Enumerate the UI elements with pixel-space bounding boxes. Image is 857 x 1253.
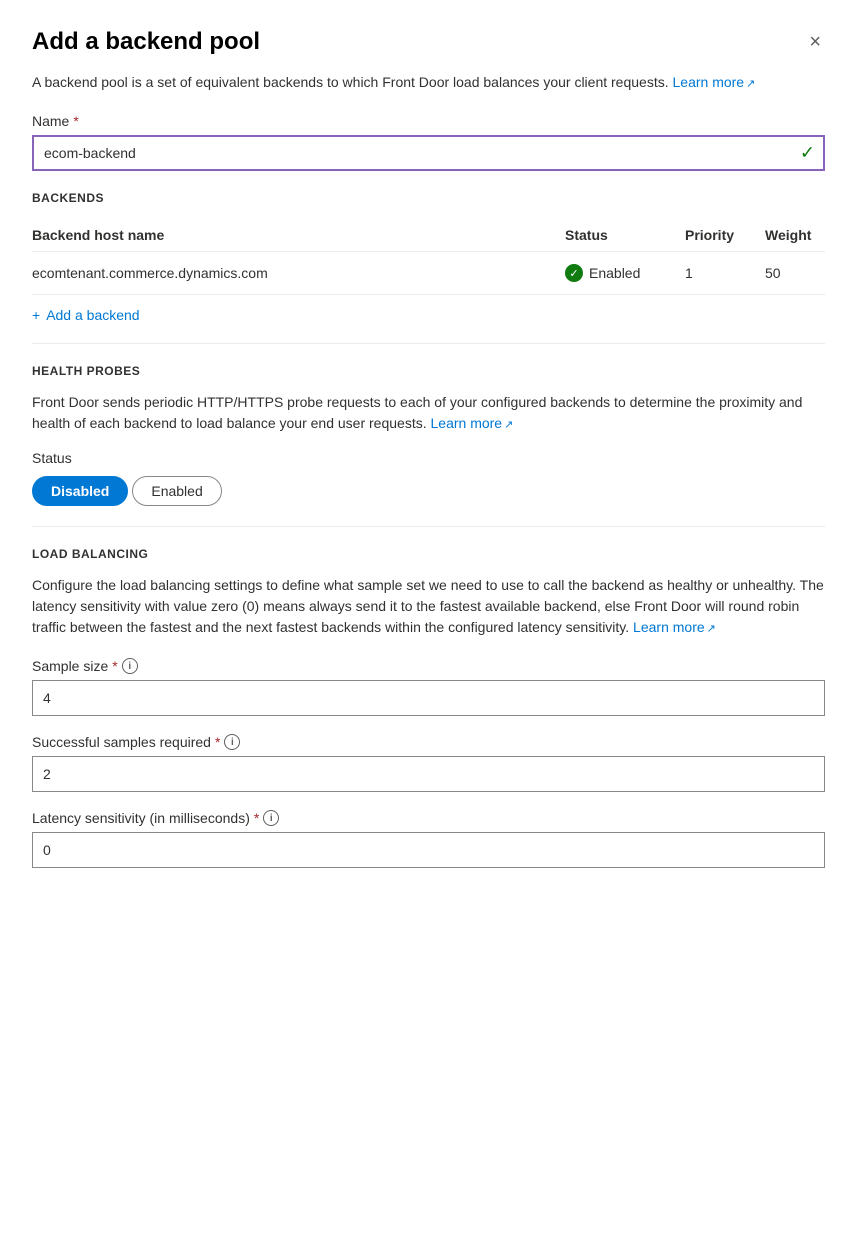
- backend-priority: 1: [685, 252, 765, 295]
- enabled-check-icon: ✓: [565, 264, 583, 282]
- toggle-enabled-button[interactable]: Enabled: [132, 476, 221, 506]
- health-probes-status-label: Status: [32, 450, 825, 466]
- external-link-icon: ↗: [746, 78, 755, 90]
- external-link-icon-3: ↗: [707, 623, 716, 635]
- successful-samples-info-icon[interactable]: i: [224, 734, 240, 750]
- section-divider-load-balancing: [32, 526, 825, 527]
- toggle-disabled-button[interactable]: Disabled: [32, 476, 128, 506]
- successful-samples-label: Successful samples required * i: [32, 734, 825, 750]
- sample-size-input[interactable]: [32, 680, 825, 716]
- col-header-priority: Priority: [685, 219, 765, 252]
- health-probes-section-title: HEALTH PROBES: [32, 364, 825, 378]
- table-row: ecomtenant.commerce.dynamics.com ✓ Enabl…: [32, 252, 825, 295]
- successful-samples-input[interactable]: [32, 756, 825, 792]
- latency-sensitivity-info-icon[interactable]: i: [263, 810, 279, 826]
- panel-header: Add a backend pool ×: [32, 28, 825, 56]
- successful-samples-field-group: Successful samples required * i: [32, 734, 825, 792]
- health-probes-learn-more-link[interactable]: Learn more↗: [431, 415, 514, 431]
- page-title: Add a backend pool: [32, 28, 260, 56]
- health-probes-toggle-group: Disabled Enabled: [32, 476, 825, 506]
- load-balancing-description: Configure the load balancing settings to…: [32, 575, 825, 638]
- backends-section-title: BACKENDS: [32, 191, 825, 205]
- load-balancing-learn-more-link[interactable]: Learn more↗: [633, 619, 716, 635]
- successful-samples-required: *: [215, 734, 220, 750]
- name-field-group: Name * ✓: [32, 113, 825, 171]
- backends-table: Backend host name Status Priority Weight…: [32, 219, 825, 295]
- col-header-weight: Weight: [765, 219, 825, 252]
- name-required-indicator: *: [73, 113, 78, 129]
- add-icon: +: [32, 307, 40, 323]
- latency-sensitivity-field-group: Latency sensitivity (in milliseconds) * …: [32, 810, 825, 868]
- col-header-hostname: Backend host name: [32, 219, 565, 252]
- add-backend-link[interactable]: + Add a backend: [32, 307, 825, 323]
- panel-description: A backend pool is a set of equivalent ba…: [32, 72, 825, 93]
- external-link-icon-2: ↗: [504, 419, 513, 431]
- backend-hostname: ecomtenant.commerce.dynamics.com: [32, 252, 565, 295]
- section-divider-health: [32, 343, 825, 344]
- sample-size-label: Sample size * i: [32, 658, 825, 674]
- health-probes-description: Front Door sends periodic HTTP/HTTPS pro…: [32, 392, 825, 434]
- description-learn-more-link[interactable]: Learn more↗: [673, 74, 756, 90]
- name-label: Name *: [32, 113, 825, 129]
- sample-size-field-group: Sample size * i: [32, 658, 825, 716]
- latency-sensitivity-input[interactable]: [32, 832, 825, 868]
- backend-weight: 50: [765, 252, 825, 295]
- col-header-status: Status: [565, 219, 685, 252]
- add-backend-pool-panel: Add a backend pool × A backend pool is a…: [0, 0, 857, 918]
- latency-sensitivity-label: Latency sensitivity (in milliseconds) * …: [32, 810, 825, 826]
- sample-size-info-icon[interactable]: i: [122, 658, 138, 674]
- name-check-icon: ✓: [800, 143, 815, 164]
- backend-status-text: Enabled: [589, 265, 640, 281]
- name-input-wrapper: ✓: [32, 135, 825, 171]
- name-input[interactable]: [32, 135, 825, 171]
- close-button[interactable]: ×: [805, 28, 825, 56]
- latency-sensitivity-required: *: [254, 810, 259, 826]
- load-balancing-section-title: LOAD BALANCING: [32, 547, 825, 561]
- backend-status: ✓ Enabled: [565, 252, 685, 295]
- sample-size-required: *: [112, 658, 117, 674]
